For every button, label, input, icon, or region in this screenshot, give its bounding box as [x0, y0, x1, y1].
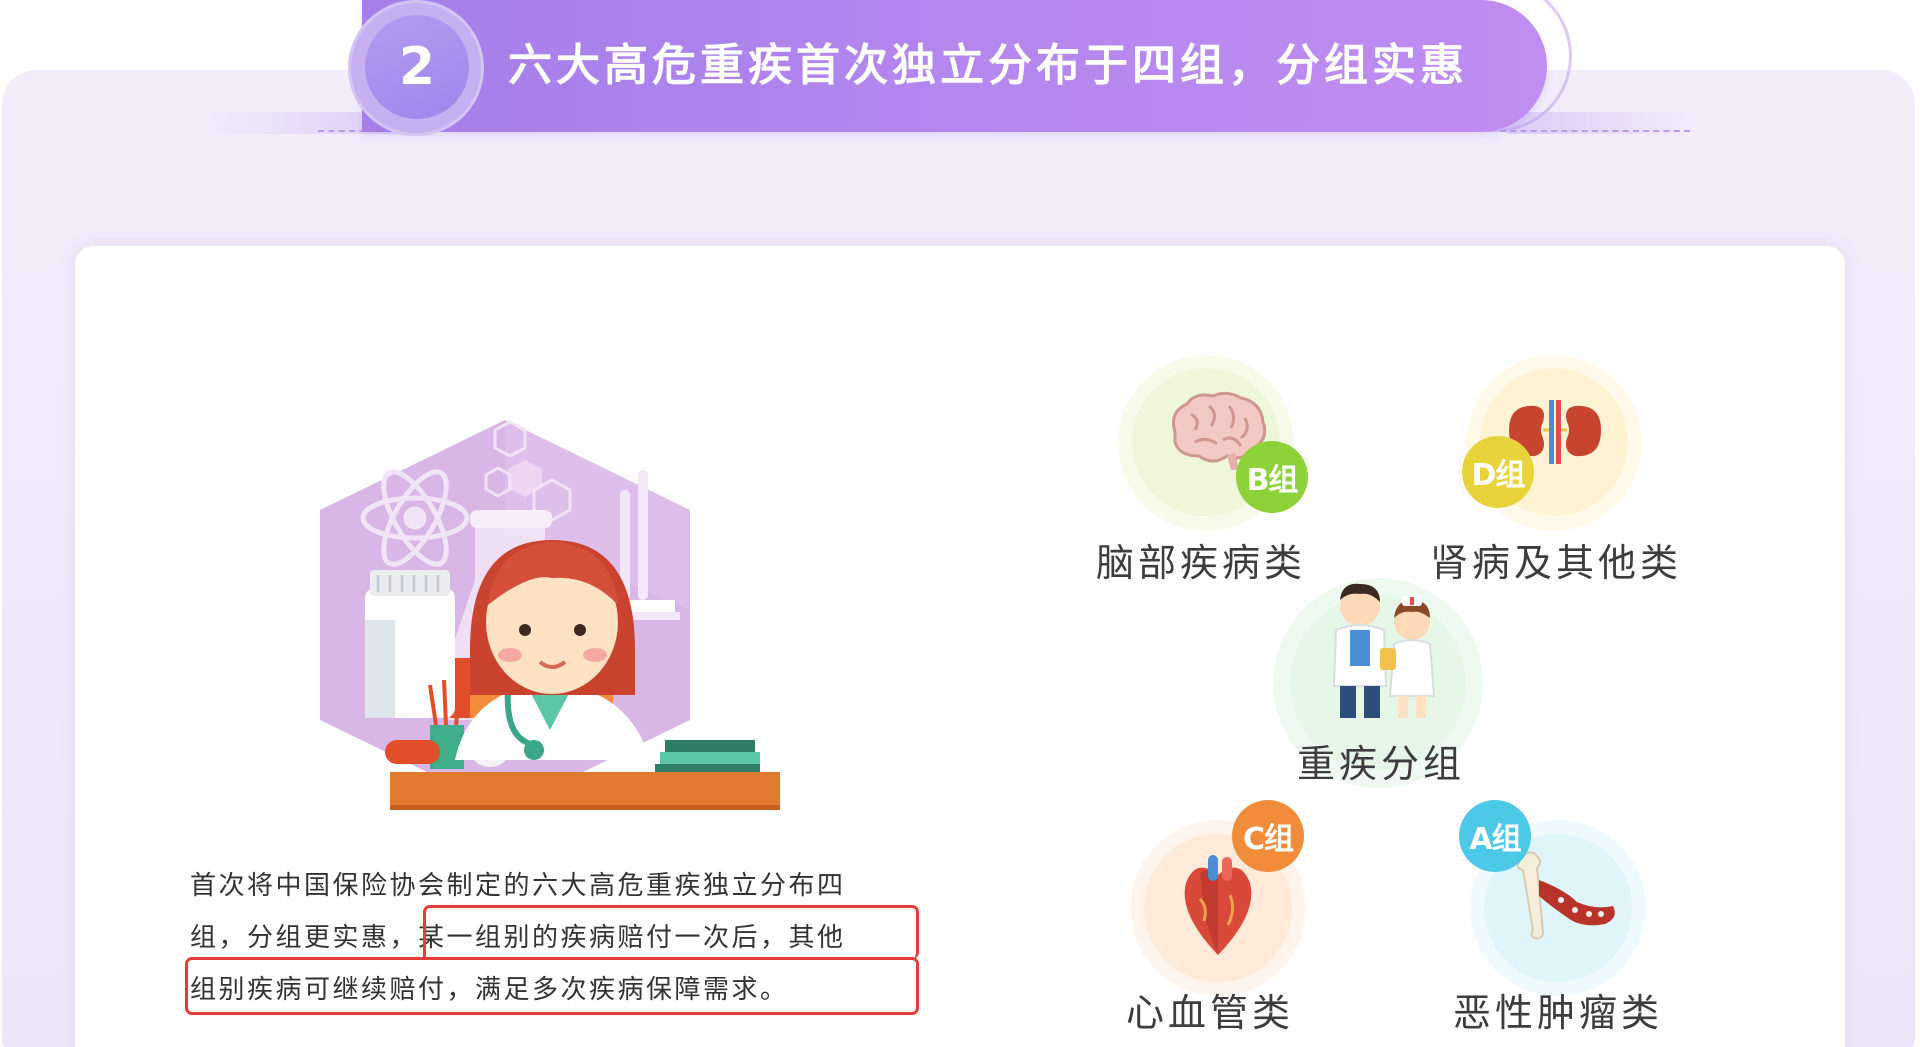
- group-d-tag: D组: [1462, 436, 1534, 508]
- bone-tumor-icon: [1516, 851, 1615, 940]
- group-b-tag: B组: [1236, 441, 1308, 513]
- doctor-illustration: [320, 420, 780, 810]
- group-a-label: 恶性肿瘤类: [1452, 991, 1663, 1035]
- highlight-box-1: [423, 905, 919, 959]
- para-line-2-a: 组，分组更实惠，: [190, 923, 419, 953]
- group-c-label: 心血管类: [1125, 991, 1294, 1035]
- group-c-tag: C组: [1232, 800, 1304, 872]
- group-a-tag: A组: [1459, 800, 1531, 872]
- heart-icon: [1184, 855, 1252, 955]
- group-b-label: 脑部疾病类: [1095, 541, 1306, 585]
- group-d-label: 肾病及其他类: [1430, 541, 1683, 585]
- section-number-badge: 2: [365, 15, 469, 119]
- page: 2 六大高危重疾首次独立分布于四组，分组实惠 首次将中国保险协会制定的六大高危重…: [0, 0, 1920, 1047]
- highlight-box-2: [185, 957, 919, 1015]
- banner-dash-right: [1500, 130, 1690, 132]
- section-title: 六大高危重疾首次独立分布于四组，分组实惠: [508, 40, 1468, 91]
- group-center-label: 重疾分组: [1297, 742, 1466, 786]
- medical-staff-icon: [1332, 583, 1436, 718]
